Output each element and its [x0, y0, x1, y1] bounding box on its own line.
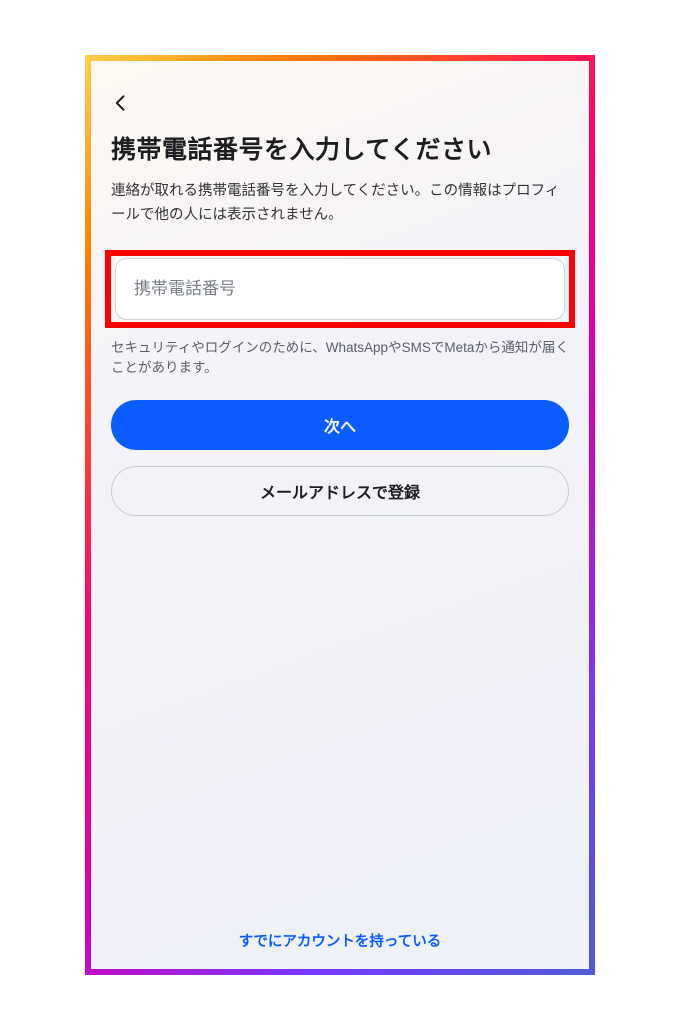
existing-account-link[interactable]: すでにアカウントを持っている [91, 930, 589, 951]
highlight-box [105, 250, 575, 328]
security-hint: セキュリティやログインのために、WhatsAppやSMSでMetaから通知が届く… [111, 338, 569, 379]
phone-input[interactable] [115, 258, 565, 320]
page-title: 携帯電話番号を入力してください [111, 134, 569, 168]
next-button[interactable]: 次へ [111, 400, 569, 450]
signup-phone-screen: 携帯電話番号を入力してください 連絡が取れる携帯電話番号を入力してください。この… [91, 61, 589, 969]
back-button[interactable] [111, 86, 145, 120]
page-subtitle: 連絡が取れる携帯電話番号を入力してください。この情報はプロフィールで他の人には表… [111, 180, 569, 228]
chevron-left-icon [111, 93, 131, 113]
signup-with-email-button[interactable]: メールアドレスで登録 [111, 466, 569, 516]
